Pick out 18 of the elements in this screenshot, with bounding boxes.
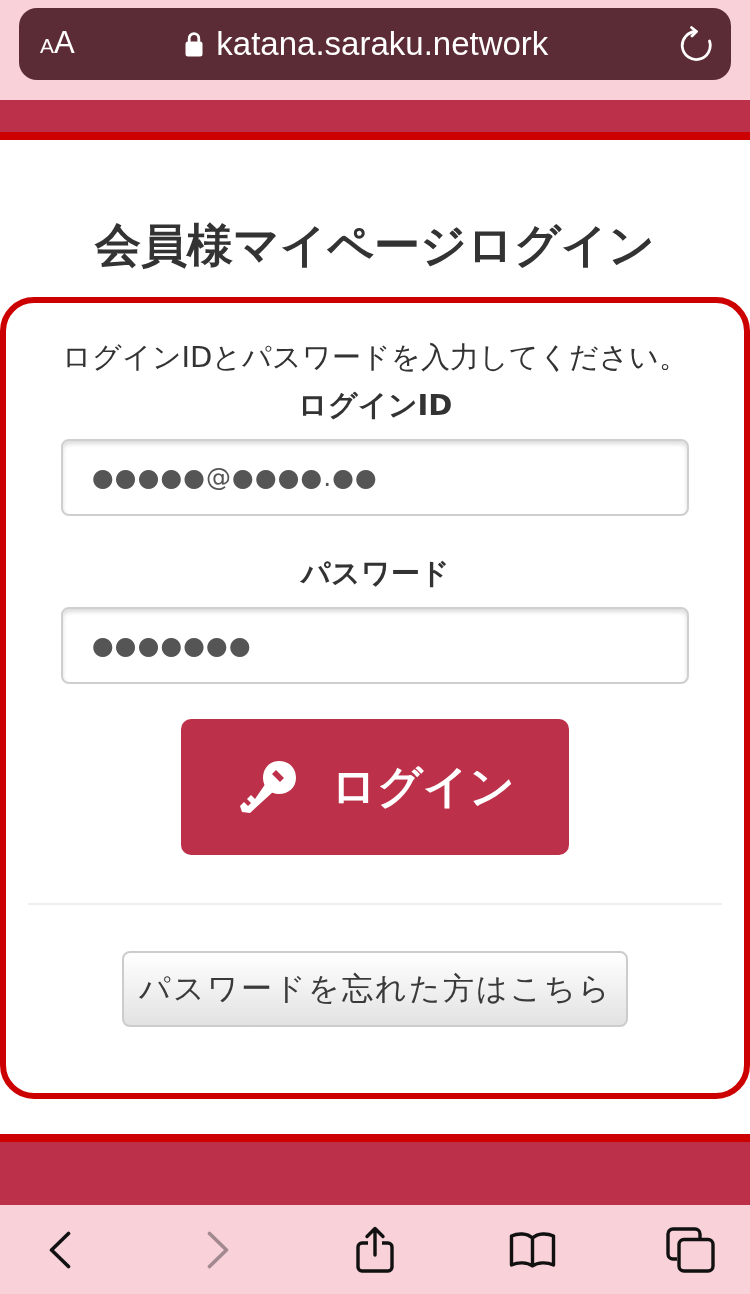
forgot-password-button[interactable]: パスワードを忘れた方はこちら <box>122 951 628 1027</box>
text-size-button[interactable]: AA <box>40 24 75 64</box>
share-icon[interactable] <box>356 1226 394 1273</box>
url-text: katana.saraku.network <box>216 24 549 64</box>
field-label: パスワード <box>300 555 450 592</box>
address-bar[interactable]: AA katana.saraku.network <box>19 8 731 80</box>
book-icon[interactable] <box>509 1231 556 1268</box>
instruction-text: ログインIDとパスワードを入力してください。 <box>61 339 689 376</box>
key-icon <box>239 760 297 814</box>
input-field[interactable]: ●●●●●●● <box>61 607 689 684</box>
field-label: ログインID <box>297 387 453 424</box>
lock-icon <box>185 31 204 57</box>
page-title: 会員様マイページログイン <box>95 217 655 274</box>
overlapping-squares-icon[interactable] <box>665 1226 715 1273</box>
login-button[interactable]: ログイン <box>181 719 569 855</box>
input-field[interactable]: ●●●●●@●●●●.●● <box>61 439 689 516</box>
chevron-left-icon[interactable] <box>48 1230 72 1269</box>
reload-icon[interactable] <box>679 26 713 62</box>
